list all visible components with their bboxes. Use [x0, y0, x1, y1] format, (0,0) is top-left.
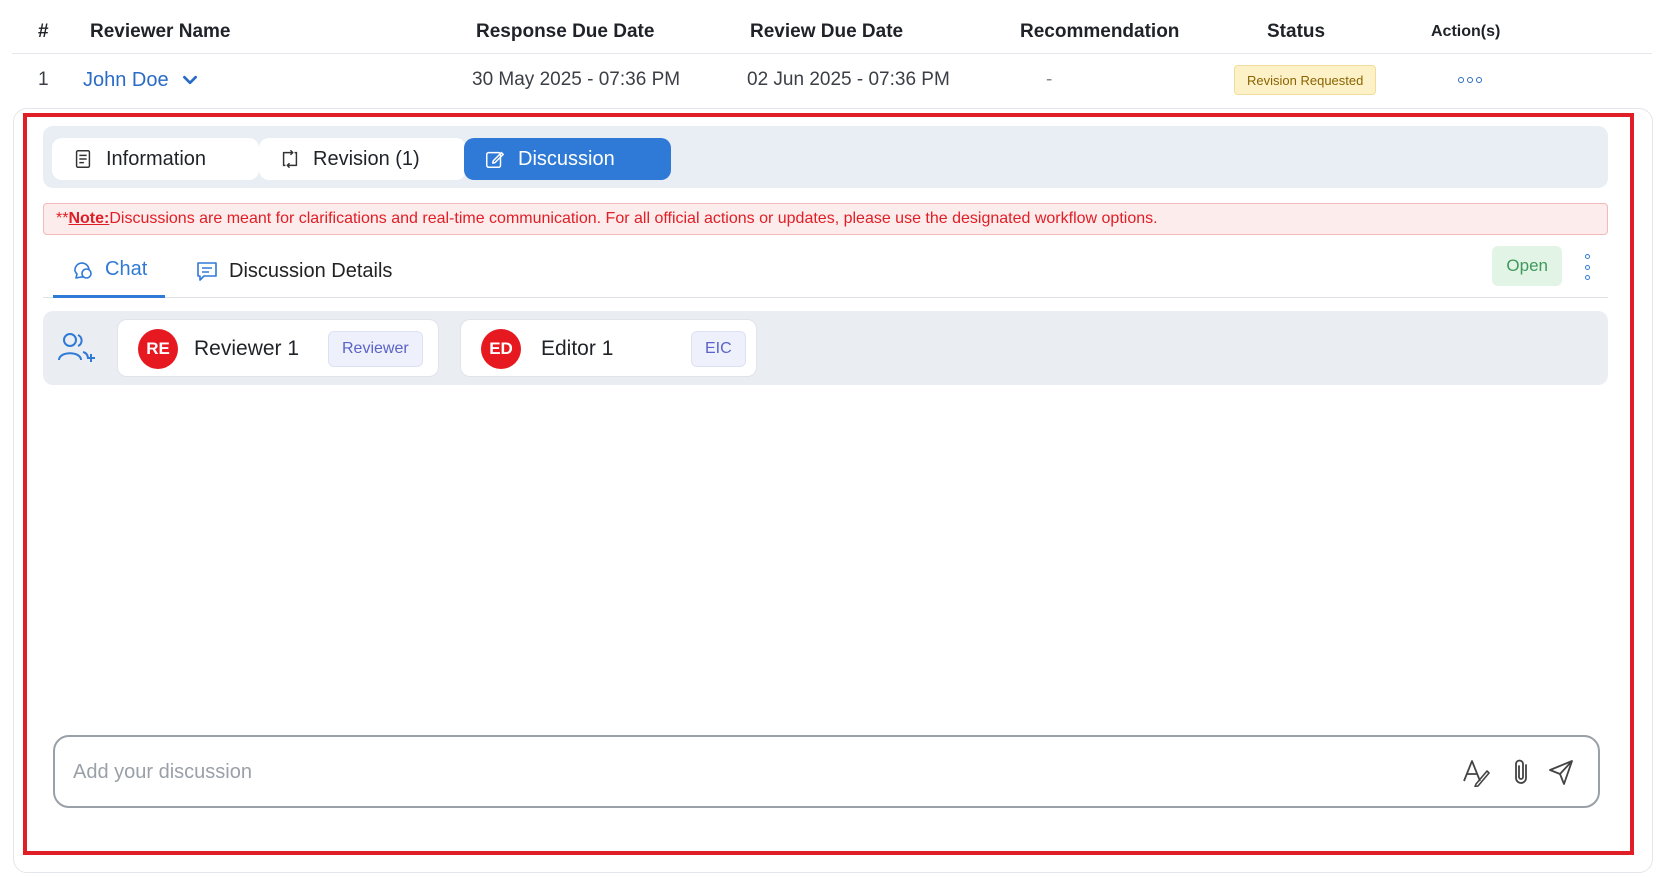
participants-bar: RE Reviewer 1 Reviewer ED Editor 1 EIC — [43, 311, 1608, 385]
tab-information[interactable]: Information — [52, 138, 259, 180]
tab-revision[interactable]: Revision (1) — [259, 138, 466, 180]
send-icon[interactable] — [1547, 757, 1575, 787]
revision-icon — [282, 150, 298, 168]
tab-discussion-details[interactable]: Discussion Details — [195, 244, 392, 298]
column-header-status: Status — [1267, 20, 1326, 42]
text-format-icon[interactable] — [1462, 757, 1490, 787]
chevron-down-icon[interactable] — [181, 71, 199, 89]
discussion-status-badge: Open — [1492, 246, 1562, 286]
column-header-number: # — [38, 20, 49, 42]
note-prefix: ** — [56, 210, 69, 227]
document-icon — [75, 150, 91, 168]
note-text: Discussions are meant for clarifications… — [109, 210, 1158, 227]
more-actions-icon[interactable] — [1455, 69, 1485, 91]
discussion-note-banner: ** Note: Discussions are meant for clarif… — [43, 203, 1608, 235]
tab-discussion-details-label: Discussion Details — [229, 259, 393, 282]
tab-discussion-label: Discussion — [518, 147, 615, 170]
discussion-composer — [53, 735, 1600, 808]
attachment-icon[interactable] — [1507, 757, 1535, 787]
column-header-reviewer-name: Reviewer Name — [90, 20, 231, 42]
detail-tabs: Information Revision (1) Discussion — [43, 126, 1608, 188]
reviewer-name-link[interactable]: John Doe — [83, 69, 199, 92]
participant-name: Reviewer 1 — [194, 337, 300, 360]
discussion-options-icon[interactable] — [1582, 254, 1592, 280]
avatar: RE — [138, 329, 178, 369]
edit-icon — [486, 151, 504, 168]
participant-role-badge: EIC — [691, 331, 746, 367]
tab-revision-label: Revision (1) — [313, 147, 420, 170]
row-number: 1 — [38, 69, 49, 90]
reviewer-name-text: John Doe — [83, 68, 169, 91]
column-header-review-due: Review Due Date — [750, 20, 904, 42]
discussion-input[interactable] — [73, 747, 1453, 797]
add-participant-icon[interactable] — [57, 330, 95, 366]
tab-chat-label: Chat — [105, 258, 148, 280]
tab-discussion[interactable]: Discussion — [464, 138, 671, 180]
note-label: Note: — [68, 210, 110, 227]
participant-role-badge: Reviewer — [328, 331, 423, 367]
column-header-response-due: Response Due Date — [476, 20, 655, 42]
chat-icon — [74, 261, 92, 279]
participant-chip[interactable]: RE Reviewer 1 Reviewer — [117, 319, 439, 377]
participant-chip[interactable]: ED Editor 1 EIC — [460, 319, 757, 377]
column-header-recommendation: Recommendation — [1020, 20, 1180, 42]
details-icon — [197, 262, 217, 281]
tab-chat[interactable]: Chat — [53, 244, 166, 298]
reviewer-table-header: # Reviewer Name Response Due Date Review… — [12, 10, 1652, 54]
status-badge: Revision Requested — [1234, 65, 1377, 95]
reviewer-name-cell: John Doe — [83, 55, 199, 105]
column-header-actions: Action(s) — [1431, 22, 1501, 40]
recommendation-value: - — [1046, 69, 1053, 90]
response-due-date: 30 May 2025 - 07:36 PM — [472, 69, 681, 90]
avatar: ED — [481, 329, 521, 369]
review-due-date: 02 Jun 2025 - 07:36 PM — [747, 69, 950, 90]
tab-information-label: Information — [106, 147, 207, 170]
participant-name: Editor 1 — [541, 337, 614, 360]
table-row: 1 John Doe 30 May 2025 - 07:36 PM 02 Jun… — [12, 55, 1652, 105]
discussion-subtabs: Chat Discussion Details Open — [43, 244, 1608, 298]
